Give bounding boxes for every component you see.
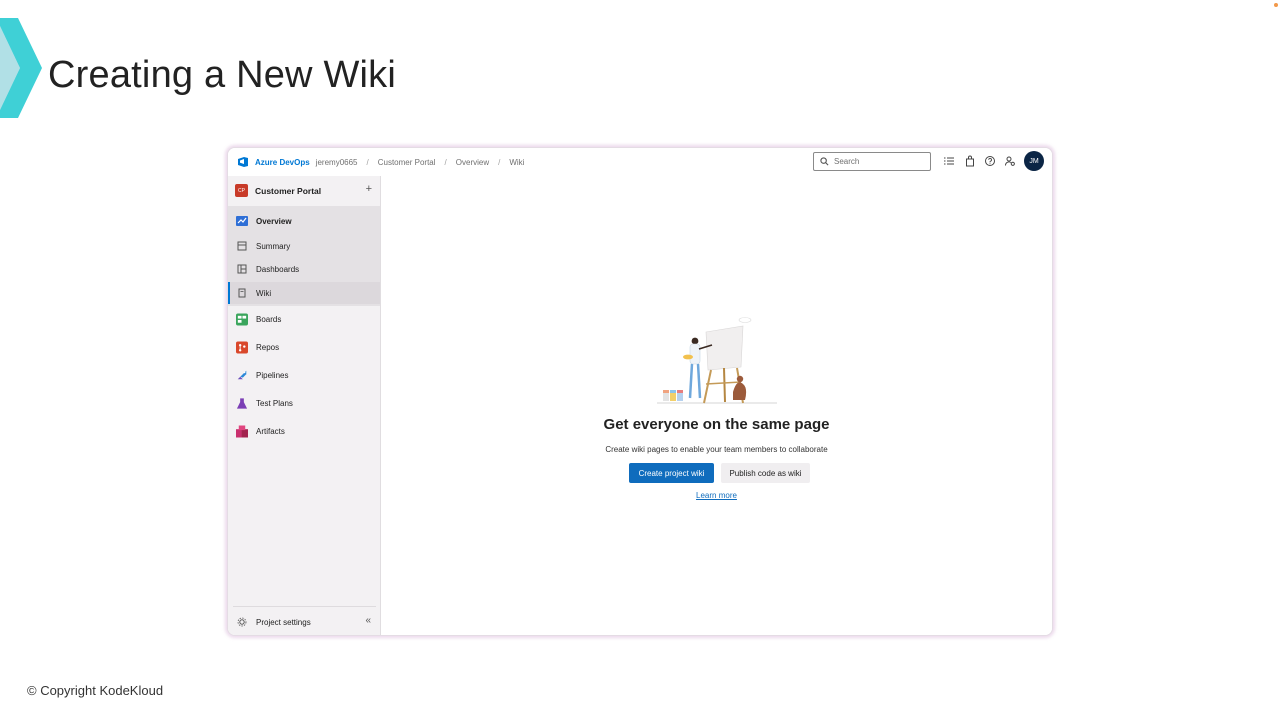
sidebar-item-wiki[interactable]: Wiki [228,282,380,304]
breadcrumb-org[interactable]: jeremy0665 [316,158,358,167]
avatar[interactable]: JM [1024,151,1044,171]
project-settings-button[interactable]: Project settings « [228,612,380,632]
project-badge: CP [235,184,248,197]
sidebar-item-label: Summary [256,241,291,251]
breadcrumb-wiki[interactable]: Wiki [509,158,524,167]
sidebar: CP Customer Portal + Overview Summary Da… [228,176,381,635]
sidebar-item-test-plans[interactable]: Test Plans [228,392,380,414]
sidebar-item-label: Pipelines [256,370,289,380]
browser-window: Azure DevOps jeremy0665 / Customer Porta… [227,147,1053,636]
corner-dot [1274,3,1278,7]
search-input[interactable]: Search [813,152,931,171]
sidebar-item-label: Repos [256,342,280,352]
test-plans-icon [236,397,248,409]
breadcrumb-separator: / [498,157,501,167]
sidebar-item-label: Boards [256,314,282,324]
sidebar-item-overview[interactable]: Overview [228,210,380,232]
artifacts-icon [236,425,248,437]
repos-icon [236,341,248,353]
sidebar-item-boards[interactable]: Boards [228,308,380,330]
top-bar: Azure DevOps jeremy0665 / Customer Porta… [228,148,1052,176]
slide: Creating a New Wiki Azure DevOps jeremy0… [0,0,1280,720]
copyright-text: © Copyright KodeKloud [27,683,164,698]
summary-icon [236,240,248,252]
user-settings-icon[interactable] [1004,155,1016,167]
sidebar-divider [233,606,376,607]
empty-state-heading: Get everyone on the same page [603,416,830,433]
pipelines-icon [236,369,248,381]
add-icon[interactable]: + [366,183,372,195]
dashboards-icon [236,263,248,275]
search-placeholder: Search [834,157,860,166]
breadcrumb-separator: / [444,157,447,167]
sidebar-item-label: Dashboards [256,264,300,274]
azure-devops-logo-icon[interactable] [237,156,249,168]
sidebar-item-artifacts[interactable]: Artifacts [228,420,380,442]
brand-link[interactable]: Azure DevOps [255,158,310,167]
overview-icon [236,215,248,227]
sidebar-item-dashboards[interactable]: Dashboards [228,258,380,280]
breadcrumb-project[interactable]: Customer Portal [378,158,436,167]
boards-icon [236,313,248,325]
main-content: Get everyone on the same page Create wik… [381,176,1052,635]
sidebar-item-repos[interactable]: Repos [228,336,380,358]
sidebar-item-pipelines[interactable]: Pipelines [228,364,380,386]
slide-title: Creating a New Wiki [48,54,397,96]
sidebar-item-label: Overview [256,216,292,226]
painter-illustration [657,317,777,404]
gear-icon [236,616,248,628]
sidebar-item-label: Test Plans [256,398,293,408]
shopping-bag-icon[interactable] [964,155,976,167]
collapse-sidebar-icon[interactable]: « [365,615,371,626]
sidebar-item-summary[interactable]: Summary [228,235,380,257]
learn-more-link[interactable]: Learn more [381,491,1052,500]
project-name: Customer Portal [255,185,322,196]
create-project-wiki-button[interactable]: Create project wiki [629,463,714,483]
empty-state-description: Create wiki pages to enable your team me… [605,445,828,454]
breadcrumb-overview[interactable]: Overview [456,158,489,167]
project-header[interactable]: CP Customer Portal + [235,183,375,198]
wiki-icon [236,287,248,299]
sidebar-item-label: Artifacts [256,426,285,436]
sidebar-item-label: Wiki [256,288,272,298]
project-settings-label: Project settings [256,617,311,627]
publish-code-as-wiki-button[interactable]: Publish code as wiki [721,463,810,483]
list-settings-icon[interactable] [943,155,955,167]
search-icon [820,157,829,166]
help-icon[interactable] [984,155,996,167]
breadcrumb-separator: / [366,157,369,167]
slide-accent-shape [0,18,42,118]
